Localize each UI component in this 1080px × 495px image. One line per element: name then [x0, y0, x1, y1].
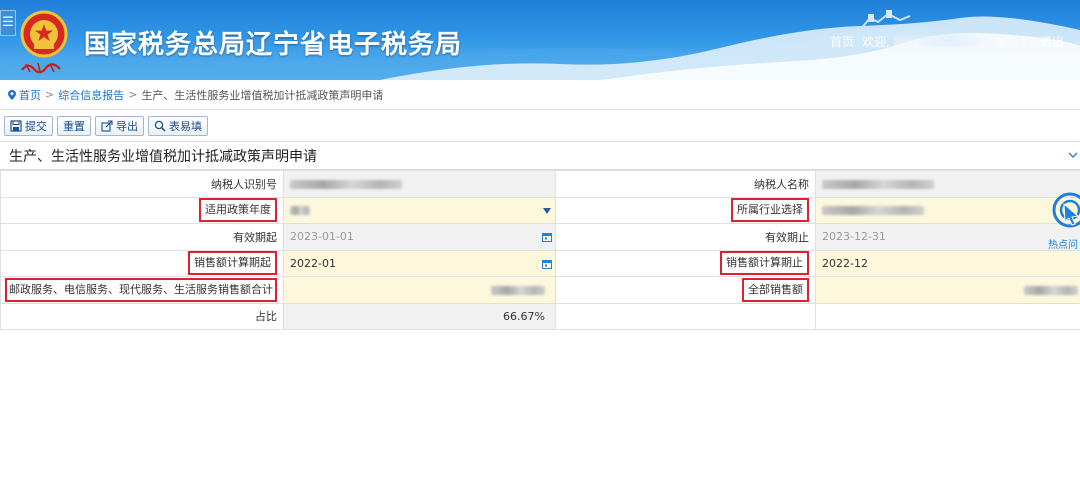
calendar-icon[interactable]	[542, 232, 552, 242]
caret-down-icon[interactable]	[543, 207, 551, 214]
save-icon	[10, 119, 22, 132]
taxpayer-id-field	[283, 170, 556, 198]
service-sales-blurred	[491, 286, 545, 295]
industry-label: 所属行业选择	[731, 198, 809, 223]
form-row: 销售额计算期起 2022-01 销售额计算期止 2022-12	[0, 249, 1080, 277]
welcome-text: 欢迎,	[862, 34, 890, 49]
form-row: 有效期起 2023-01-01 有效期止 2023-12-31	[0, 223, 1080, 251]
valid-from-label: 有效期起	[0, 223, 284, 251]
policy-year-select[interactable]	[283, 196, 556, 224]
sales-to-label: 销售额计算期止	[720, 251, 809, 276]
export-button[interactable]: 导出	[95, 115, 144, 136]
logout-link[interactable]: 退出	[1040, 33, 1064, 50]
submit-label: 提交	[25, 119, 47, 133]
national-emblem-icon	[20, 10, 68, 58]
site-title: 国家税务总局辽宁省电子税务局	[84, 30, 463, 60]
taxpayer-name-blurred	[822, 179, 934, 189]
breadcrumb-home-link[interactable]: 首页	[19, 87, 41, 103]
total-sales-blurred	[1024, 286, 1078, 295]
search-icon	[154, 120, 166, 132]
valid-to-value: 2023-12-31	[822, 230, 886, 244]
export-label: 导出	[116, 119, 138, 133]
breadcrumb-separator: >	[128, 88, 138, 101]
top-nav: 首页 欢迎, | 退出	[830, 32, 1080, 50]
export-icon	[101, 119, 113, 132]
sales-to-input[interactable]: 2022-12	[815, 249, 1080, 277]
valid-from-value: 2023-01-01	[290, 230, 354, 244]
sales-from-value: 2022-01	[290, 256, 336, 270]
chevron-down-icon[interactable]	[1068, 150, 1078, 160]
taxpayer-name-label: 纳税人名称	[555, 170, 816, 198]
form-row: 邮政服务、电信服务、现代服务、生活服务销售额合计 全部销售额	[0, 276, 1080, 304]
policy-year-label-cell: 适用政策年度	[0, 196, 284, 224]
sales-from-label-cell: 销售额计算期起	[0, 249, 284, 277]
submit-button[interactable]: 提交	[4, 115, 53, 136]
valid-from-field: 2023-01-01	[283, 223, 556, 251]
industry-select[interactable]	[815, 196, 1080, 224]
sales-to-value: 2022-12	[822, 256, 868, 270]
taxpayer-id-blurred	[290, 179, 402, 189]
location-pin-icon	[8, 89, 16, 100]
total-sales-label: 全部销售额	[742, 277, 809, 302]
taxpayer-name-field	[815, 170, 1080, 198]
sales-to-label-cell: 销售额计算期止	[555, 249, 816, 277]
breadcrumb-separator: >	[45, 88, 55, 101]
reset-button[interactable]: 重置	[57, 115, 91, 136]
calendar-icon[interactable]	[542, 259, 552, 269]
form-row: 适用政策年度 所属行业选择	[0, 196, 1080, 224]
sales-from-input[interactable]: 2022-01	[283, 249, 556, 277]
nav-separator: |	[1021, 34, 1026, 48]
nav-home-link[interactable]: 首页	[830, 33, 854, 50]
breadcrumb-report-link[interactable]: 综合信息报告	[58, 87, 124, 103]
hotspot-icon	[1052, 192, 1080, 228]
toolbar: 提交 重置 导出 表易填	[0, 110, 1080, 142]
sales-from-label: 销售额计算期起	[188, 251, 277, 276]
declaration-form-table: 纳税人识别号 纳税人名称 适用政策年度 所属行业选择 有效期起 2023-01-…	[0, 170, 1080, 330]
valid-to-field: 2023-12-31	[815, 223, 1080, 251]
empty-cell	[555, 302, 816, 330]
tax-service-seal-icon	[21, 62, 61, 74]
total-sales-input[interactable]	[815, 276, 1080, 304]
industry-label-cell: 所属行业选择	[555, 196, 816, 224]
policy-year-label: 适用政策年度	[199, 198, 277, 223]
service-sales-input[interactable]	[283, 276, 556, 304]
policy-year-blurred	[290, 206, 310, 216]
username-blurred	[893, 35, 1004, 47]
reset-label: 重置	[63, 119, 85, 133]
menu-toggle-button[interactable]: ☰	[0, 10, 16, 36]
hotspot-help-widget[interactable]: 热点问	[1048, 190, 1080, 251]
ratio-label: 占比	[0, 302, 284, 330]
taxpayer-id-label: 纳税人识别号	[0, 170, 284, 198]
valid-to-label: 有效期止	[555, 223, 816, 251]
header-banner: ☰ 国家税务总局辽宁省电子税务局 首页 欢迎, | 退出	[0, 0, 1080, 80]
total-sales-label-cell: 全部销售额	[555, 276, 816, 304]
breadcrumb-current: 生产、生活性服务业增值税加计抵减政策声明申请	[141, 88, 384, 102]
hotspot-label: 热点问	[1048, 240, 1078, 251]
section-title-text: 生产、生活性服务业增值税加计抵减政策声明申请	[9, 148, 317, 165]
empty-cell	[815, 302, 1080, 330]
industry-blurred	[822, 206, 924, 216]
form-row: 纳税人识别号 纳税人名称	[0, 170, 1080, 198]
form-fill-button[interactable]: 表易填	[148, 115, 208, 136]
ratio-field: 66.67%	[283, 302, 556, 330]
service-sales-label-cell: 邮政服务、电信服务、现代服务、生活服务销售额合计	[0, 276, 284, 304]
breadcrumb: 首页 > 综合信息报告 > 生产、生活性服务业增值税加计抵减政策声明申请	[0, 80, 1080, 110]
ratio-value: 66.67%	[503, 309, 545, 323]
form-row: 占比 66.67%	[0, 302, 1080, 330]
service-sales-label: 邮政服务、电信服务、现代服务、生活服务销售额合计	[5, 277, 277, 302]
section-title: 生产、生活性服务业增值税加计抵减政策声明申请	[0, 142, 1080, 170]
form-fill-label: 表易填	[169, 119, 202, 133]
